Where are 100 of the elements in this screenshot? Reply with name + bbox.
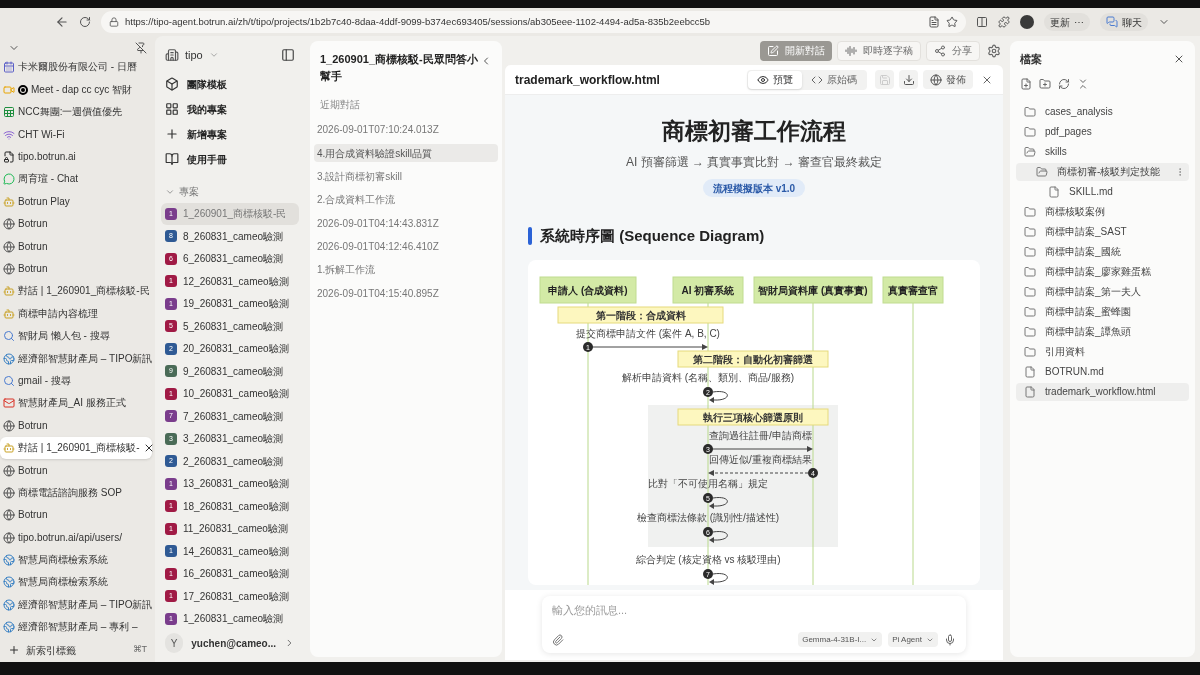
model-select[interactable]: Gemma-4-31B-I... [798,632,883,647]
open-folder-icon [1024,145,1036,158]
file-tree-item[interactable]: 引用資料 [1016,342,1189,361]
back-icon[interactable] [55,15,69,29]
browser-tab[interactable]: 智慧財產局_AI 服務正式 [0,392,152,415]
file-tree-item[interactable]: 商標申請案_蜜蜂園 [1016,302,1189,321]
search-icon [3,374,15,387]
sidebar-toggle-icon[interactable] [281,47,295,62]
download-button[interactable] [899,70,918,89]
conversation-item[interactable]: 2026-09-01T04:15:40.895Z [314,284,498,303]
page-subtitle: AI 預審篩選 → 真實事實比對 → 審查官最終裁定 [626,154,882,171]
action-button[interactable]: 分享 [926,40,980,61]
open-folder-icon [1036,165,1048,178]
page-title: 商標初審工作流程 [662,117,846,146]
browser-tab[interactable]: NCC舞團:一週價值優先 [0,101,152,124]
new-tab-button[interactable]: 新索引標籤 [8,642,76,658]
browser-tab[interactable]: tipo.botrun.ai/api/users/ [0,526,152,549]
loop-arrow [709,530,728,543]
file-tree-item[interactable]: 商標申請案_SAST [1016,222,1189,241]
file-tree-item[interactable]: 商標申請案_譚魚頭 [1016,322,1189,341]
file-tree-item[interactable]: BOTRUN.md [1016,362,1189,381]
microphone-icon[interactable] [944,633,956,646]
conversation-item[interactable]: 2.合成資料工作流 [314,190,498,209]
browser-tab[interactable]: 智慧局商標檢索系統 [0,548,152,572]
new-file-icon[interactable] [1020,77,1032,90]
action-button[interactable]: 即時逐字稿 [837,40,921,61]
folder-icon [1024,345,1036,358]
menu-item[interactable]: 我的專案 [161,96,299,122]
browser-tab[interactable]: 智慧局商標檢索系統 [0,571,152,594]
file-tree-item[interactable]: 商標初審-核駁判定技能 [1016,162,1189,181]
globe-icon [3,419,15,432]
browser-tab[interactable]: tipo.botrun.ai [0,145,152,169]
file-tree-item[interactable]: 商標申請案_廖家雞蛋糕 [1016,262,1189,281]
profile-avatar[interactable] [1020,15,1034,29]
menu-item[interactable]: 團隊模板 [161,71,299,97]
globe-icon [3,486,15,499]
search-icon [3,330,15,343]
browser-tab[interactable]: Botrun [0,459,152,482]
browser-tab[interactable]: 對話 | 1_260901_商標核駁-民 [0,280,152,303]
workspace-switcher[interactable]: tipo [165,46,219,64]
conversation-item[interactable]: 2026-09-01T04:14:43.831Z [314,214,498,233]
browser-tab[interactable]: 智財局 懶人包 - 搜尋 [0,325,152,348]
menu-item[interactable]: 使用手冊 [161,146,299,172]
new-folder-icon[interactable] [1039,77,1051,90]
attach-icon[interactable] [552,633,564,646]
browser-tab[interactable]: Botrun [0,235,152,258]
publish-button[interactable]: 發佈 [923,70,973,89]
browser-tab[interactable]: Botrun Play [0,190,152,214]
file-tree-item[interactable]: SKILL.md [1016,182,1189,201]
file-tree-item[interactable]: trademark_workflow.html [1016,382,1189,401]
view-tab[interactable]: 原始碼 [802,70,866,89]
message-label: 回傳近似/重複商標結果 [709,453,812,465]
browser-tab[interactable]: Botrun [0,504,152,527]
file-tree-item[interactable]: cases_analysis [1016,102,1189,121]
reload-icon[interactable] [79,16,91,28]
extensions-icon[interactable] [998,16,1010,28]
bot-icon [3,285,15,298]
split-view-icon[interactable] [976,16,988,28]
chat-button[interactable]: 聊天 [1100,13,1148,31]
message-input[interactable]: 輸入您的訊息... [552,602,956,619]
browser-tab[interactable]: 經濟部智慧財產局 – 專利 – [0,616,152,639]
conversation-item[interactable]: 4.用合成資料驗證skill品質 [314,144,498,163]
browser-tab[interactable]: Meet - dap cc cyc 智財 [0,78,152,102]
browser-tab[interactable]: 經濟部智慧財產局 – TIPO新訊 [0,593,152,617]
globe-icon [3,509,15,522]
file-tree-item[interactable]: 商標申請案_國統 [1016,242,1189,261]
file-name: trademark_workflow.html [515,71,660,89]
file-tree-item[interactable]: 商標申請案_第一夫人 [1016,282,1189,301]
browser-tab[interactable]: Botrun [0,257,152,281]
browser-tab[interactable]: 對話 | 1_260901_商標核駁- [0,436,152,460]
file-tree-item[interactable]: pdf_pages [1016,122,1189,141]
menu-item[interactable]: 新增專案 [161,121,299,147]
browser-tab[interactable]: 周育瑄 - Chat [0,168,152,191]
browser-tab[interactable]: Botrun [0,213,152,236]
conversation-item[interactable]: 2026-09-01T07:10:24.013Z [314,120,498,139]
refresh-icon[interactable] [1058,77,1070,90]
browser-tab[interactable]: 商標電話諮詢服務 SOP [0,481,152,505]
file-tree-item[interactable]: skills [1016,142,1189,161]
browser-tab[interactable]: 經濟部智慧財產局 – TIPO新訊 [0,347,152,370]
address-bar[interactable]: https://tipo-agent.botrun.ai/zh/t/tipo/projects/1b2b7c40-8daa-4ddf-9099-b374ec693405/sessions/ab305eee-1102-4494-ad5a-835b2eebcc5b [101,11,966,33]
browser-tab[interactable]: CHT Wi-Fi [0,123,152,146]
message-label: 比對「不可使用名稱」規定 [648,477,768,489]
project-title: 1_260901_商標核駁-民眾問答小幫手 [320,52,479,84]
browser-tab[interactable]: 卡米爾股份有限公司 - 日曆 [0,56,152,79]
unpin-icon[interactable] [135,42,147,55]
earth-icon [3,554,15,567]
conversation-item[interactable]: 1.拆解工作流 [314,260,498,279]
conversation-item[interactable]: 3.設計商標初審skill [314,167,498,186]
browser-tab[interactable]: Botrun [0,414,152,437]
update-button[interactable]: 更新 ⋯ [1044,13,1090,31]
view-tab[interactable]: 預覽 [748,70,802,89]
file-tree-item[interactable]: 商標核駁案例 [1016,202,1189,221]
browser-tab[interactable]: 商標申請內容梳理 [0,302,152,325]
conversation-item[interactable]: 2026-09-01T04:12:46.410Z [314,237,498,256]
globe-icon [3,464,15,477]
settings-icon[interactable] [987,43,1001,58]
agent-select[interactable]: Pi Agent [888,632,938,647]
message-label: 提交商標申請文件 (案件 A, B, C) [576,327,720,339]
file-icon [1048,185,1060,198]
browser-tab[interactable]: gmail - 搜尋 [0,369,152,393]
